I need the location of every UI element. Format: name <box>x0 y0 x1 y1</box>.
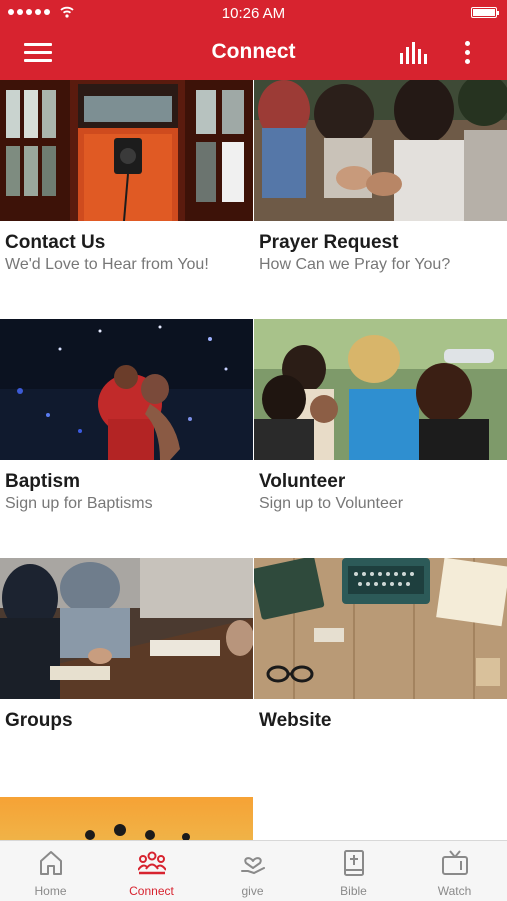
groups-image <box>0 558 253 699</box>
tab-watch[interactable]: Watch <box>404 841 505 901</box>
navigation-bar: Connect <box>0 26 507 80</box>
tile-title: Prayer Request <box>259 232 399 253</box>
people-icon <box>138 851 166 875</box>
tile-groups[interactable]: Groups <box>0 558 253 796</box>
tile-subtitle: Sign up to Volunteer <box>259 495 404 512</box>
tab-label: Watch <box>437 884 472 898</box>
tile-prayer-request[interactable]: Prayer Request How Can we Pray for You? <box>254 80 507 318</box>
tab-label: Bible <box>340 884 367 898</box>
tile-title: Groups <box>5 710 73 731</box>
status-bar: 10:26 AM <box>0 0 507 26</box>
hamburger-menu-icon[interactable] <box>24 41 52 63</box>
tile-contact-us[interactable]: Contact Us We'd Love to Hear from You! <box>0 80 253 318</box>
website-image <box>254 558 507 699</box>
contact-us-image <box>0 80 253 221</box>
status-time: 10:26 AM <box>221 5 286 22</box>
tile-baptism[interactable]: Baptism Sign up for Baptisms <box>0 319 253 557</box>
tile-subtitle: We'd Love to Hear from You! <box>5 256 209 273</box>
tab-home[interactable]: Home <box>0 841 101 901</box>
give-heart-icon <box>241 857 265 875</box>
prayer-request-image <box>254 80 507 221</box>
bible-icon <box>344 850 364 876</box>
baptism-image <box>0 319 253 460</box>
tab-bible[interactable]: Bible <box>303 841 404 901</box>
tile-title: Contact Us <box>5 232 106 253</box>
page-title: Connect <box>211 40 296 63</box>
tile-website[interactable]: Website <box>254 558 507 796</box>
volunteer-image <box>254 319 507 460</box>
tile-title: Baptism <box>5 471 80 492</box>
tile-title: Volunteer <box>259 471 346 492</box>
tv-icon <box>442 850 468 875</box>
tile-partial[interactable] <box>0 797 253 840</box>
home-icon <box>40 851 62 875</box>
tile-subtitle: Sign up for Baptisms <box>5 495 153 512</box>
audio-bars-icon[interactable] <box>400 42 430 64</box>
tab-label: Connect <box>129 884 174 898</box>
tab-bar: Home Connect give Bible Watch <box>0 840 507 901</box>
more-options-icon[interactable] <box>460 39 476 67</box>
tile-title: Website <box>259 710 332 731</box>
battery-icon <box>471 7 499 18</box>
tab-connect[interactable]: Connect <box>101 841 202 901</box>
tab-give[interactable]: give <box>202 841 303 901</box>
partial-tile-image <box>0 797 253 840</box>
tab-label: Home <box>34 884 67 898</box>
tab-label: give <box>241 884 264 898</box>
tile-volunteer[interactable]: Volunteer Sign up to Volunteer <box>254 319 507 557</box>
tile-subtitle: How Can we Pray for You? <box>259 256 451 273</box>
